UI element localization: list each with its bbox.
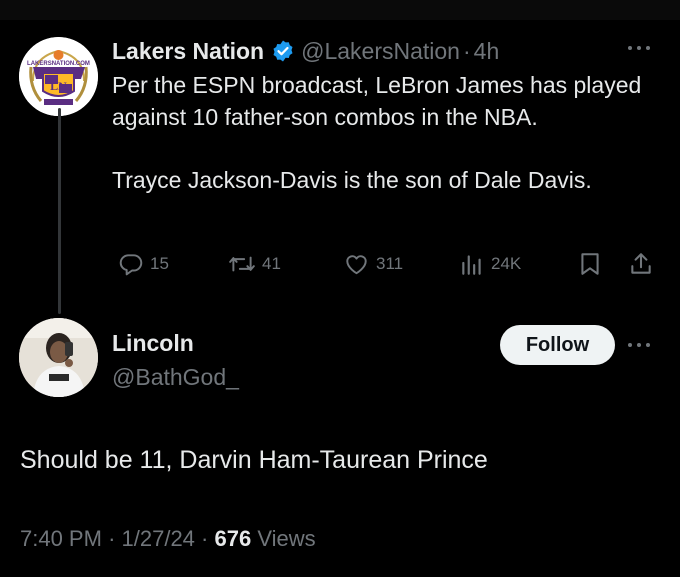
logo-text: LAKERSNATION.COM [27,61,90,67]
reply-meta: 7:40 PM · 1/27/24 · 676 Views [20,526,316,552]
views-icon [459,251,485,277]
top-edge [0,0,680,20]
lincoln-avatar[interactable] [19,318,98,397]
reply-views-label: Views [257,526,316,551]
more-icon[interactable] [628,44,652,52]
like-icon [343,251,370,277]
svg-text:LN: LN [50,79,67,93]
author-name[interactable]: Lakers Nation [112,38,264,65]
author-handle[interactable]: @LakersNation [301,38,460,65]
tweet-paragraph-2: Trayce Jackson-Davis is the son of Dale … [112,166,592,193]
reply-views-count: 676 [214,526,252,551]
bookmark-button[interactable] [578,248,602,280]
reply-count: 15 [150,254,169,273]
reply-date[interactable]: 1/27/24 [122,526,195,551]
person-photo-icon [19,318,98,397]
verified-badge-icon [271,39,295,63]
lakers-nation-avatar[interactable]: LAKERSNATION.COM LN [19,37,98,116]
lakers-logo-icon: LAKERSNATION.COM LN [19,37,98,116]
views-count: 24K [491,254,522,273]
reply-author-handle[interactable]: @BathGod_ [112,364,239,391]
reply-icon [118,251,144,277]
share-icon [628,251,654,277]
reply-tweet-text: Should be 11, Darvin Ham-Taurean Prince [20,446,488,474]
reply-button[interactable]: 15 [118,248,169,280]
share-button[interactable] [628,248,654,280]
header-separator: · [462,37,471,64]
reply-author-name[interactable]: Lincoln [112,330,194,357]
bookmark-icon [578,251,602,277]
meta-separator-2: · [201,526,209,551]
thread-connector-line [58,108,61,314]
reply-more-icon[interactable] [628,341,652,349]
retweet-count: 41 [262,254,281,273]
retweet-button[interactable]: 41 [228,248,281,280]
tweet-paragraph-1: Per the ESPN broadcast, LeBron James has… [112,72,642,130]
tweet-time[interactable]: 4h [474,38,500,65]
original-tweet-header: Lakers Nation @LakersNation · 4h [112,34,499,68]
original-tweet-text: Per the ESPN broadcast, LeBron James has… [112,70,652,196]
tweet-action-bar: 15 41 311 24K [112,248,657,280]
views-button[interactable]: 24K [459,248,521,280]
retweet-icon [228,251,256,277]
like-button[interactable]: 311 [343,248,403,280]
reply-time[interactable]: 7:40 PM [20,526,102,551]
follow-button[interactable]: Follow [500,325,615,365]
meta-separator-1: · [108,526,116,551]
like-count: 311 [376,254,404,273]
